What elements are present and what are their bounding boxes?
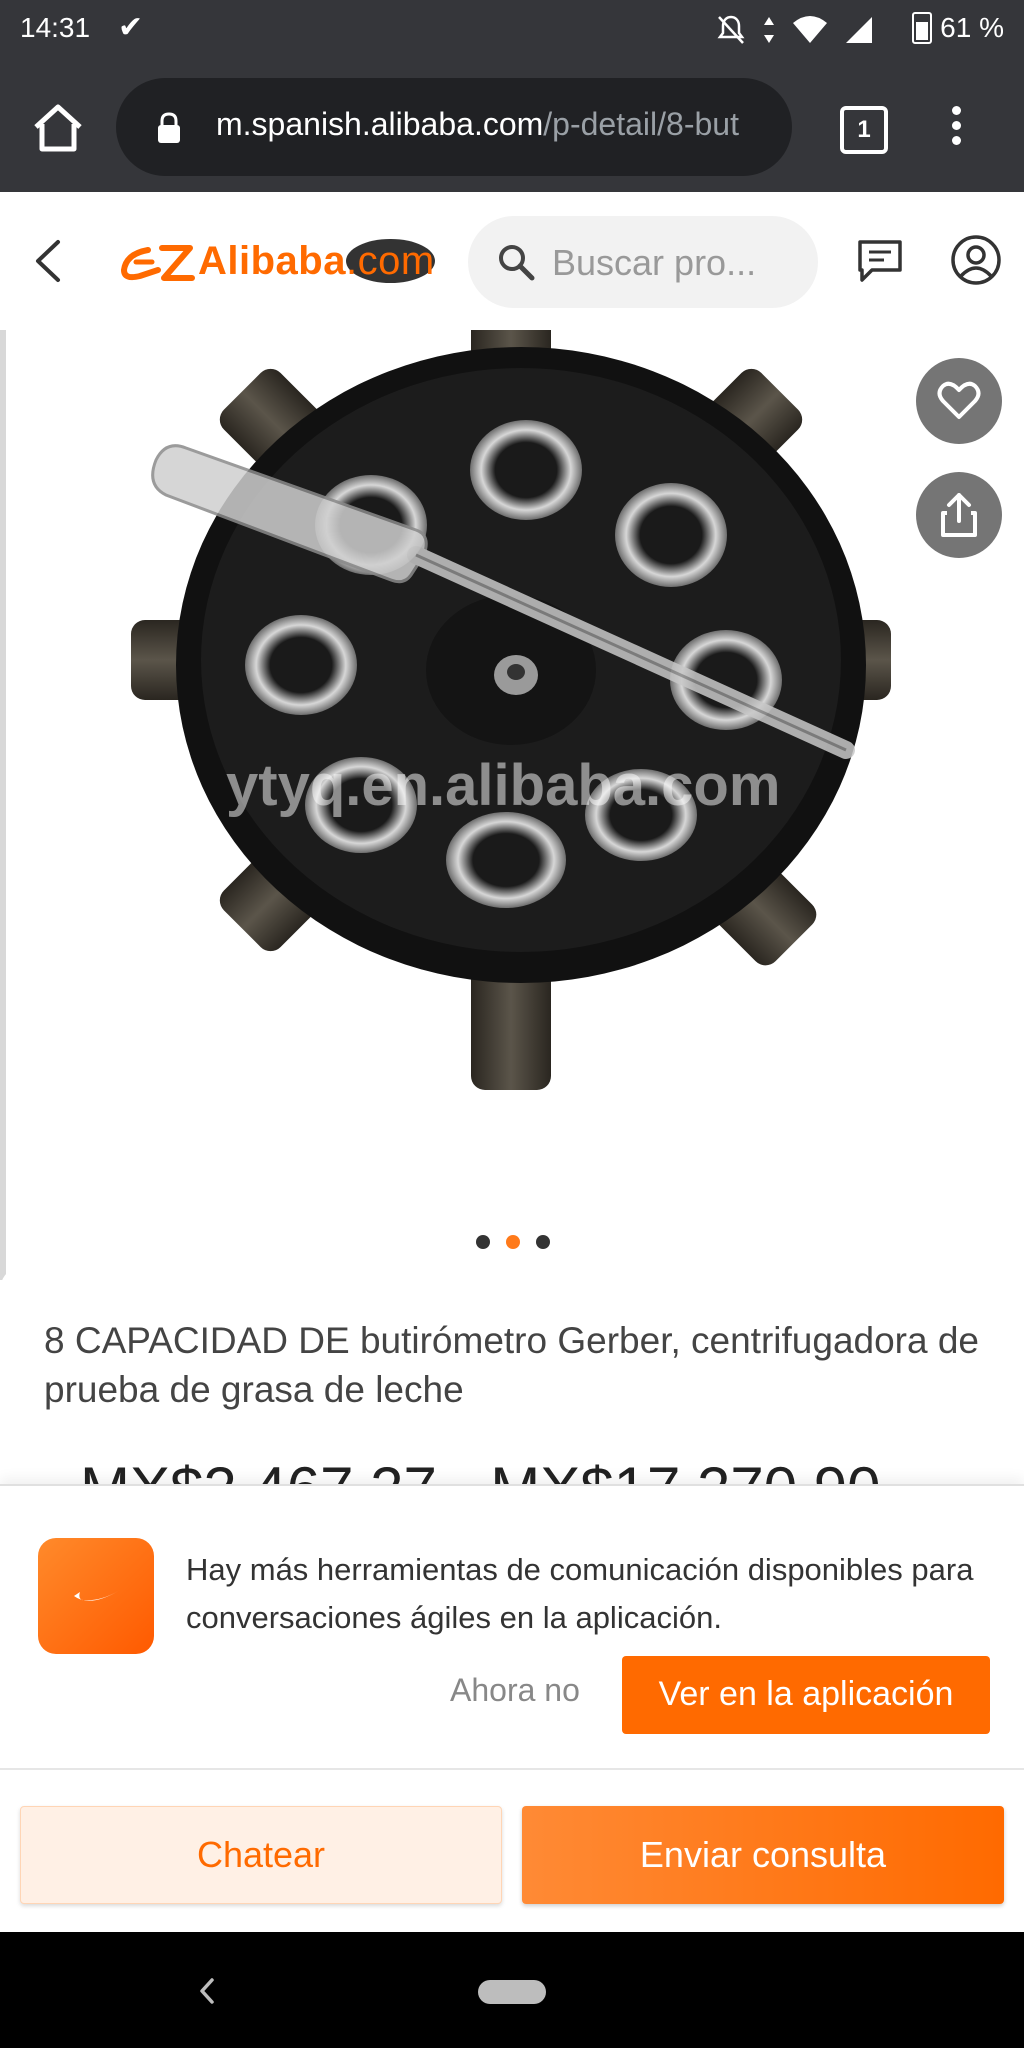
image-watermark: ytyq.en.alibaba.com	[226, 753, 780, 818]
logo-text: Alibaba.com	[198, 238, 435, 283]
dismiss-banner-link[interactable]: Ahora no	[450, 1672, 580, 1709]
send-inquiry-button[interactable]: Enviar consulta	[522, 1806, 1004, 1904]
search-input[interactable]: Buscar pro...	[468, 216, 818, 308]
check-icon: ✔	[118, 11, 144, 44]
product-image-carousel[interactable]: ytyq.en.alibaba.com	[0, 330, 1024, 1280]
system-nav-bar	[0, 1932, 1024, 2048]
carousel-dot[interactable]	[476, 1235, 490, 1249]
bottom-action-bar: Chatear Enviar consulta	[0, 1768, 1024, 1934]
notifications-off-icon	[717, 15, 745, 44]
share-icon	[941, 493, 977, 537]
product-price: MX$2,467.27 - MX$17,270.90	[80, 1454, 881, 1486]
battery-percent: 61 %	[940, 12, 1004, 43]
battery-indicator: 61 %	[912, 12, 1004, 44]
status-bar: 14:31 ✔ 61 %	[0, 0, 1024, 64]
banner-message: Hay más herramientas de comunicación dis…	[186, 1552, 974, 1635]
nav-back-icon[interactable]	[196, 1976, 218, 2006]
nav-home-pill[interactable]	[478, 1980, 546, 2004]
home-icon[interactable]	[30, 100, 86, 156]
share-button[interactable]	[916, 472, 1002, 558]
status-time: 14:31	[20, 12, 91, 43]
url-text[interactable]: m.spanish.alibaba.com/p-detail/8-but	[216, 106, 776, 143]
browser-menu-icon[interactable]	[944, 106, 968, 154]
wifi-icon	[793, 16, 827, 43]
favorite-button[interactable]	[916, 358, 1002, 444]
search-icon	[499, 245, 535, 281]
open-in-app-banner: Hay más herramientas de comunicación dis…	[0, 1484, 1024, 1770]
lock-icon	[158, 112, 180, 143]
status-icons	[716, 14, 874, 46]
url-bar[interactable]: m.spanish.alibaba.com/p-detail/8-but	[116, 78, 792, 176]
alibaba-logo[interactable]: Alibaba.com	[118, 236, 435, 286]
product-photo: ytyq.en.alibaba.com	[131, 330, 891, 1090]
site-header: Alibaba.com Buscar pro...	[0, 192, 1024, 332]
chat-button[interactable]: Chatear	[20, 1806, 502, 1904]
signal-icon	[846, 17, 872, 43]
alibaba-logo-mark	[120, 245, 195, 281]
carousel-indicator	[476, 1235, 550, 1249]
data-arrows-icon	[764, 17, 774, 43]
url-domain: m.spanish.alibaba.com	[216, 106, 544, 142]
product-info: 8 CAPACIDAD DE butirómetro Gerber, centr…	[0, 1266, 1024, 1486]
carousel-dot[interactable]	[536, 1235, 550, 1249]
tab-switcher-button[interactable]: 1	[840, 106, 888, 154]
account-icon[interactable]	[950, 234, 1002, 286]
heart-icon	[937, 381, 981, 419]
battery-icon	[912, 12, 933, 44]
product-title: 8 CAPACIDAD DE butirómetro Gerber, centr…	[44, 1320, 980, 1410]
browser-toolbar: m.spanish.alibaba.com/p-detail/8-but 1	[0, 64, 1024, 192]
carousel-dot[interactable]	[506, 1235, 520, 1249]
back-arrow-icon[interactable]	[28, 236, 68, 286]
open-in-app-button[interactable]: Ver en la aplicación	[622, 1656, 990, 1734]
app-logo-icon	[38, 1538, 154, 1654]
url-path: /p-detail/8-but	[543, 106, 739, 142]
search-placeholder: Buscar pro...	[552, 242, 757, 283]
messages-icon[interactable]	[856, 238, 904, 284]
